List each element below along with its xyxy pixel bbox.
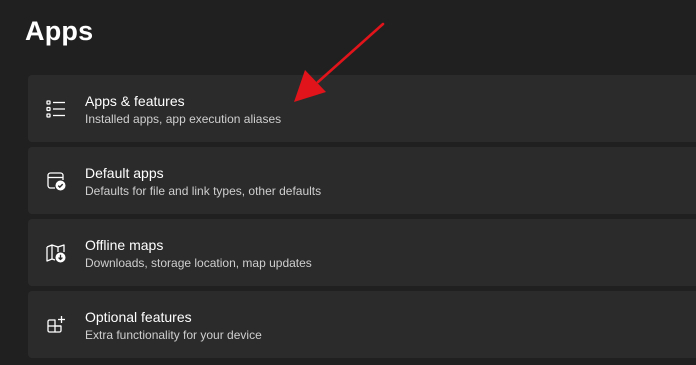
item-title: Optional features xyxy=(85,309,192,325)
grid-add-icon xyxy=(44,313,68,337)
item-title: Default apps xyxy=(85,165,164,181)
offline-maps-item[interactable]: Offline maps Downloads, storage location… xyxy=(28,219,696,286)
default-apps-icon xyxy=(44,169,68,193)
item-description: Defaults for file and link types, other … xyxy=(85,184,322,198)
item-title: Apps & features xyxy=(85,93,185,109)
optional-features-item[interactable]: Optional features Extra functionality fo… xyxy=(28,291,696,358)
settings-apps-page: Apps Apps & features Installed apps, app… xyxy=(0,0,696,365)
item-description: Extra functionality for your device xyxy=(85,328,262,342)
item-description: Downloads, storage location, map updates xyxy=(85,256,312,270)
settings-list: Apps & features Installed apps, app exec… xyxy=(28,75,696,363)
apps-and-features-item[interactable]: Apps & features Installed apps, app exec… xyxy=(28,75,696,142)
list-icon xyxy=(44,97,68,121)
default-apps-item[interactable]: Default apps Defaults for file and link … xyxy=(28,147,696,214)
item-description: Installed apps, app execution aliases xyxy=(85,112,282,126)
item-title: Offline maps xyxy=(85,237,164,253)
map-download-icon xyxy=(44,241,68,265)
page-title: Apps xyxy=(25,16,94,46)
